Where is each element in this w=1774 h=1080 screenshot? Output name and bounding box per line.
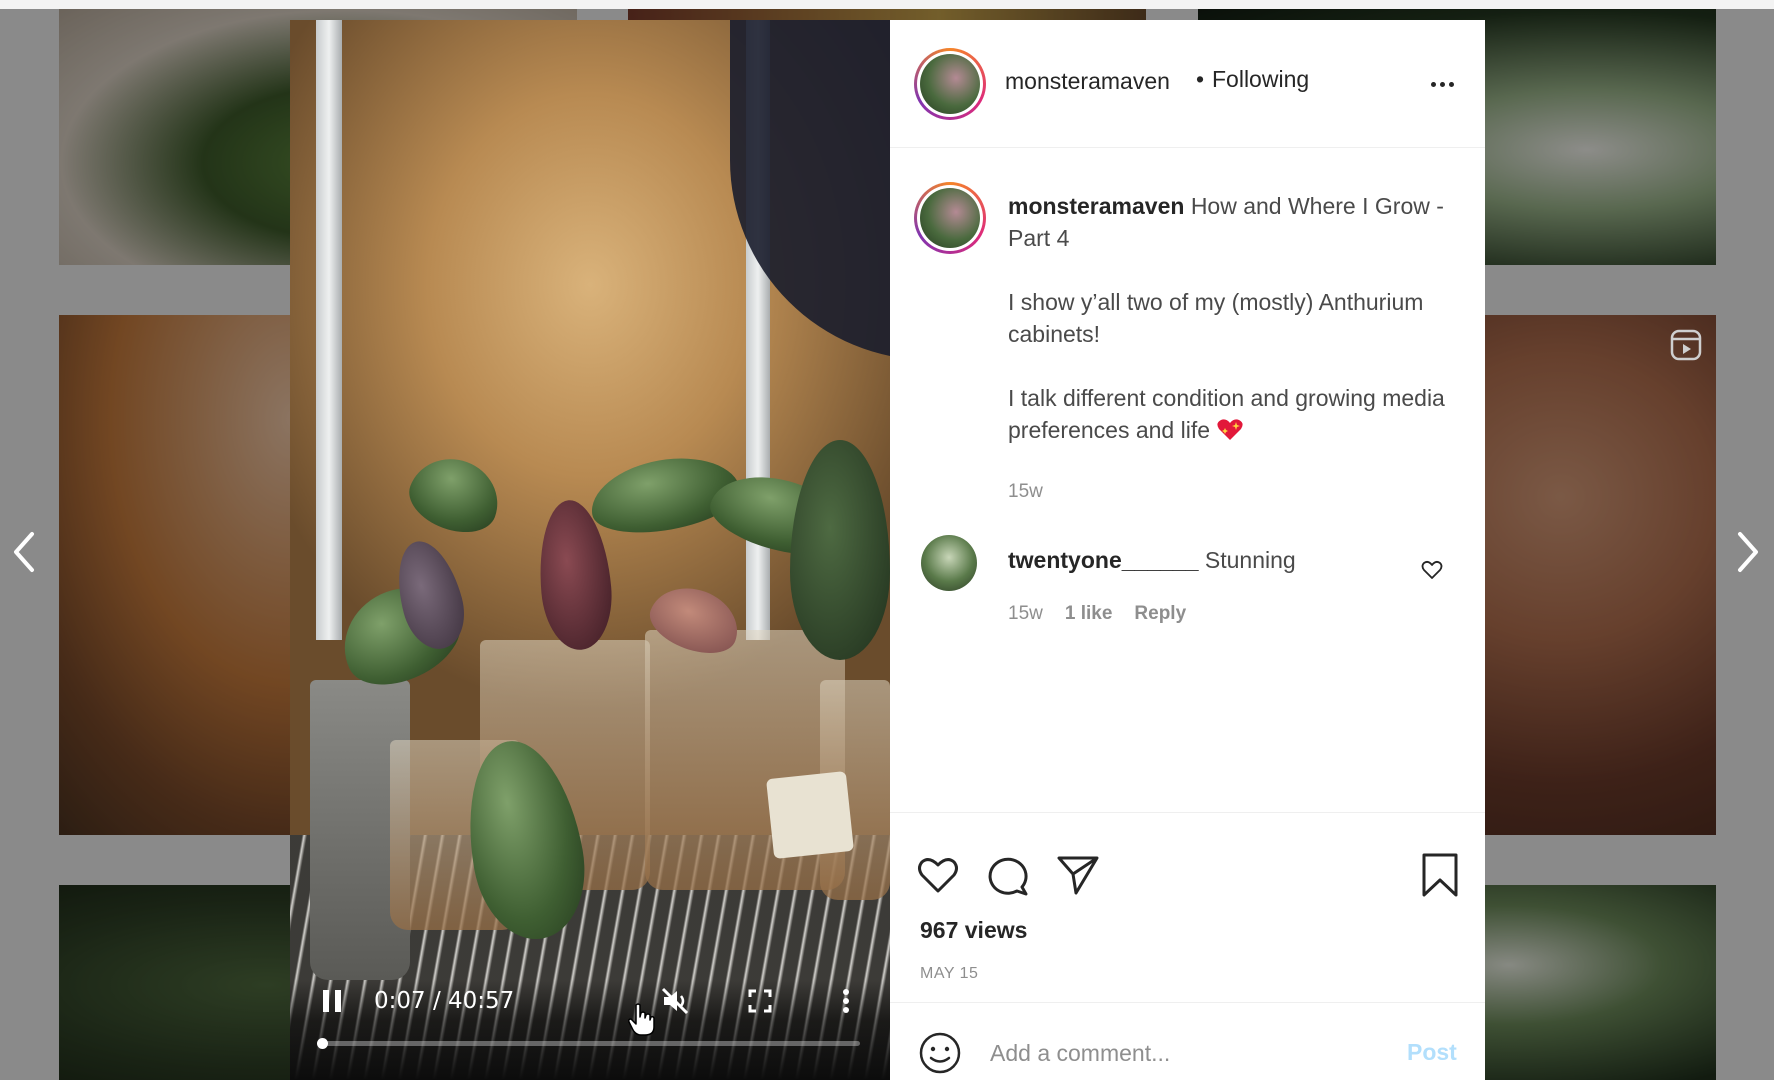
heart-icon xyxy=(918,858,958,893)
emoji-icon[interactable] xyxy=(918,1031,962,1075)
author-username[interactable]: monsteramaven xyxy=(1005,68,1170,95)
video-options-button[interactable] xyxy=(830,985,862,1017)
following-button[interactable]: Following xyxy=(1212,66,1309,93)
comment-button[interactable] xyxy=(986,853,1030,897)
like-button[interactable] xyxy=(916,853,960,897)
reply-button[interactable]: Reply xyxy=(1134,603,1186,625)
ellipsis-dot xyxy=(1448,81,1454,87)
author-avatar[interactable] xyxy=(914,48,986,120)
post-actions: 967 views MAY 15 xyxy=(890,812,1485,1002)
comment-text: Stunning xyxy=(1204,547,1296,573)
comment-likes-count[interactable]: 1 like xyxy=(1065,603,1113,625)
previous-post-button[interactable] xyxy=(4,528,44,576)
hand-cursor-icon xyxy=(628,1003,655,1036)
post-comment-button[interactable]: Post xyxy=(1407,1039,1457,1066)
share-button[interactable] xyxy=(1056,853,1100,897)
comment-like-heart-icon[interactable] xyxy=(1420,558,1444,582)
ellipsis-dot xyxy=(1439,81,1445,87)
post-details-panel: monsteramaven • Following monsteramaven … xyxy=(890,20,1485,1080)
commenter-avatar[interactable] xyxy=(921,535,977,591)
comment-timestamp: 15w xyxy=(1008,603,1043,624)
paper-plane-icon xyxy=(1057,856,1099,895)
post-modal: 0:07 / 40:57 monsteramaven • Following m… xyxy=(290,20,1485,1080)
chevron-left-icon xyxy=(14,532,34,572)
fullscreen-icon xyxy=(748,989,772,1013)
fullscreen-button[interactable] xyxy=(744,985,776,1017)
video-scrubber-handle[interactable] xyxy=(316,1038,328,1049)
chevron-right-icon xyxy=(1738,532,1758,572)
kebab-menu-icon xyxy=(843,989,849,1013)
comment: twentyone______ Stunning xyxy=(1008,547,1296,574)
caption-line: I show y’all two of my (mostly) Anthuriu… xyxy=(1008,289,1424,347)
more-options-button[interactable] xyxy=(1424,72,1460,96)
header-separator: • xyxy=(1196,66,1205,92)
caption-avatar[interactable] xyxy=(914,182,986,254)
ellipsis-dot xyxy=(1430,81,1436,87)
post-caption: monsteramaven How and Where I Grow - Par… xyxy=(1008,190,1448,446)
comment-meta: 15w 1 like Reply xyxy=(1008,603,1186,625)
next-post-button[interactable] xyxy=(1728,528,1768,576)
volume-muted-icon xyxy=(661,987,689,1015)
post-date: MAY 15 xyxy=(920,965,979,982)
commenter-username[interactable]: twentyone______ xyxy=(1008,547,1198,573)
video-player[interactable]: 0:07 / 40:57 xyxy=(290,20,890,1080)
bookmark-icon xyxy=(1422,853,1458,897)
pause-icon xyxy=(323,990,341,1012)
mute-button[interactable] xyxy=(659,985,691,1017)
view-count[interactable]: 967 views xyxy=(920,917,1027,944)
sparkling-heart-icon xyxy=(1217,419,1244,440)
post-header: monsteramaven • Following xyxy=(890,20,1485,148)
video-time: 0:07 / 40:57 xyxy=(374,988,515,1014)
caption-username[interactable]: monsteramaven xyxy=(1008,193,1184,219)
browser-top-strip xyxy=(0,0,1774,9)
caption-timestamp: 15w xyxy=(1008,481,1043,502)
comment-composer: Post xyxy=(890,1002,1485,1080)
speech-bubble-icon xyxy=(988,857,1028,896)
video-frame xyxy=(290,20,890,1080)
pause-button[interactable] xyxy=(316,985,348,1017)
save-button[interactable] xyxy=(1418,853,1462,897)
video-progress-bar[interactable] xyxy=(316,1038,860,1049)
reels-icon xyxy=(1670,329,1702,361)
comment-input[interactable] xyxy=(990,1033,1360,1073)
